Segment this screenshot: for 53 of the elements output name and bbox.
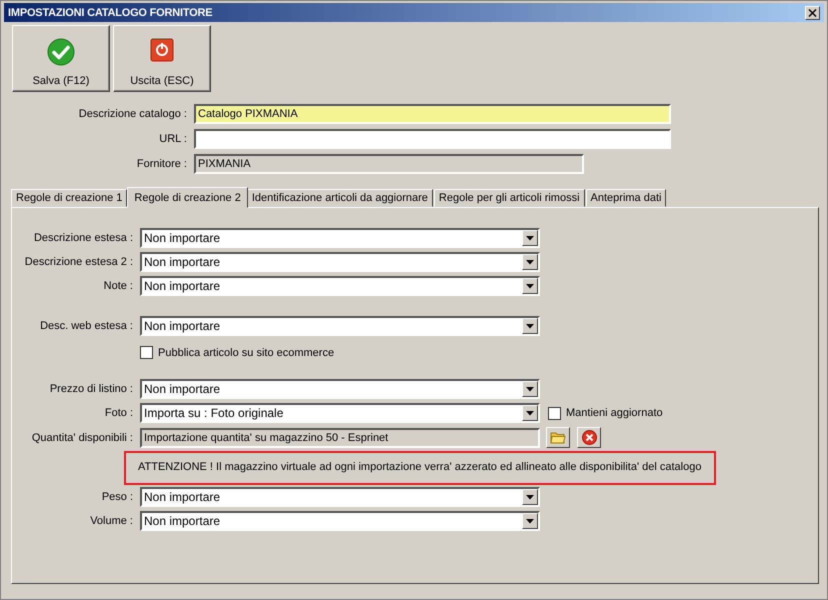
readonly-field: PIXMANIA <box>194 154 584 174</box>
checkbox[interactable] <box>548 406 561 420</box>
dropdown[interactable]: Non importare <box>140 511 540 531</box>
dropdown-arrow-icon <box>526 410 534 416</box>
checkbox-label: Pubblica articolo su sito ecommerce <box>158 346 334 358</box>
window-title: IMPOSTAZIONI CATALOGO FORNITORE <box>8 6 212 18</box>
dropdown-arrow-icon <box>526 386 534 392</box>
field-label: URL : <box>158 133 187 145</box>
field-label: Descrizione estesa 2 : <box>24 256 133 268</box>
dropdown-arrow-icon <box>526 324 534 328</box>
dropdown[interactable]: Non importare <box>140 252 540 272</box>
browse-button[interactable] <box>546 427 570 448</box>
save-button[interactable]: Salva (F12) <box>12 25 110 92</box>
field-label: Fornitore : <box>136 158 187 170</box>
remove-button[interactable] <box>577 427 601 448</box>
exit-button[interactable]: Uscita (ESC) <box>113 25 211 92</box>
field-label: Note : <box>102 280 133 292</box>
dropdown-arrow-icon <box>526 494 534 500</box>
dropdown-arrow-icon <box>526 260 534 264</box>
checkmark-icon <box>47 38 75 66</box>
tab[interactable]: Anteprima dati <box>586 189 666 207</box>
close-button[interactable] <box>805 6 820 20</box>
dropdown-arrow-icon <box>526 236 534 240</box>
field-label: Volume : <box>89 515 133 527</box>
field-label: Peso : <box>100 491 133 503</box>
tab[interactable]: Regole di creazione 2 <box>127 187 248 208</box>
power-icon <box>150 38 174 62</box>
close-icon <box>808 8 817 16</box>
dropdown-arrow-icon <box>526 518 534 524</box>
tab[interactable]: Regole per gli articoli rimossi <box>434 189 585 207</box>
field-label: Desc. web estesa : <box>39 320 133 332</box>
dropdown[interactable]: Non importare <box>140 379 540 399</box>
readonly-field: Importazione quantita' su magazzino 50 - Esprinet <box>140 428 540 448</box>
dropdown[interactable]: Non importare <box>140 487 540 507</box>
field-label: Descrizione estesa : <box>32 232 133 244</box>
field-label: Foto : <box>104 407 133 419</box>
tab[interactable]: Regole di creazione 1 <box>11 189 128 207</box>
dropdown[interactable]: Non importare <box>140 228 540 248</box>
checkbox[interactable] <box>140 346 153 359</box>
checkbox-label: Mantieni aggiornato <box>566 407 663 419</box>
dropdown[interactable]: Non importare <box>140 316 540 336</box>
delete-icon <box>582 430 596 445</box>
folder-icon <box>550 431 566 444</box>
dropdown-arrow-icon <box>526 284 534 288</box>
input-field[interactable]: Catalogo PIXMANIA <box>194 104 671 124</box>
input-field[interactable] <box>194 129 671 149</box>
tab[interactable]: Identificazione articoli da aggiornare <box>246 189 433 207</box>
dropdown[interactable]: Importa su : Foto originale <box>140 403 540 423</box>
field-label: Prezzo di listino : <box>48 383 133 395</box>
field-label: Descrizione catalogo : <box>78 108 187 120</box>
warning-message: ATTENZIONE ! Il magazzino virtuale ad ogni importazione verra' azzerato ed allineato alle disponibilita' del catalogo <box>124 451 716 485</box>
field-label: Quantita' disponibili : <box>30 432 133 444</box>
dropdown[interactable]: Non importare <box>140 276 540 296</box>
